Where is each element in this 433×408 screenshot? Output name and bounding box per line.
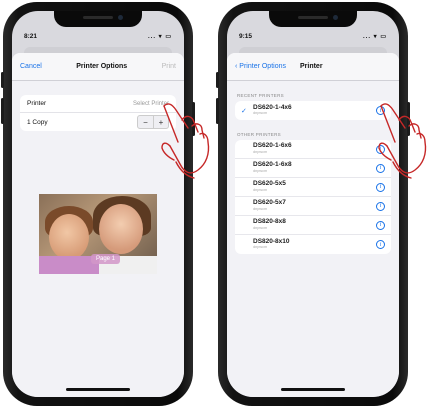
status-icons: ... ▾ ▭: [362, 33, 387, 40]
printer-domain: dnpwcm: [253, 225, 268, 230]
printer-list-sheet: ‹ Printer Options Printer RECENT PRINTER…: [227, 53, 399, 397]
printer-row[interactable]: DS820-8x8 dnpwcm i: [235, 216, 391, 235]
info-icon[interactable]: i: [376, 201, 385, 211]
printer-row[interactable]: DS620-5x5 dnpwcm i: [235, 178, 391, 197]
printer-row[interactable]: DS620-1-6x8 dnpwcm i: [235, 159, 391, 178]
printer-label: Printer: [27, 100, 47, 107]
other-printers-header: OTHER PRINTERS: [237, 132, 281, 137]
phone-left: 8:21 ... ▾ ▭ Cancel Printer Options Prin…: [1, 2, 195, 406]
printer-domain: dnpwcm: [253, 187, 268, 192]
status-bar: 8:21 ... ▾ ▭: [24, 31, 172, 41]
info-icon[interactable]: i: [376, 220, 385, 230]
printer-domain: dnpwcm: [253, 206, 268, 211]
printer-name: DS620-5x5: [253, 180, 286, 188]
cancel-button[interactable]: Cancel: [20, 63, 42, 70]
recent-printers-list: ✓ DS620-1-4x6 dnpwcm i: [235, 101, 391, 120]
other-printers-list: DS620-1-6x6 dnpwcm i DS620-1-6x8 dnpwcm i …: [235, 140, 391, 254]
child-photo-face: [49, 214, 89, 260]
copies-label: 1 Copy: [27, 118, 48, 126]
printer-name: DS820-8x10: [253, 237, 290, 245]
tap-hand-icon: [161, 103, 210, 179]
nav-bar: Cancel Printer Options Print: [12, 53, 184, 81]
info-icon[interactable]: i: [376, 240, 385, 249]
printer-name: DS620-1-6x8: [253, 161, 292, 169]
print-button[interactable]: Print: [162, 63, 176, 70]
printer-domain: dnpwcm: [253, 168, 268, 173]
checkmark-icon: ✓: [241, 107, 247, 115]
status-time: 9:15: [239, 32, 253, 40]
phone-right: 9:15 ... ▾ ▭ ‹ Printer Options Printer R…: [216, 2, 410, 406]
status-time: 8:21: [24, 32, 38, 40]
back-label: Printer Options: [239, 63, 286, 70]
nav-bar: ‹ Printer Options Printer: [227, 53, 399, 81]
printer-row[interactable]: Printer Select Printer: [20, 95, 176, 113]
screen-printer-options: 8:21 ... ▾ ▭ Cancel Printer Options Prin…: [12, 11, 184, 397]
printer-row[interactable]: DS620-1-6x6 dnpwcm i: [235, 140, 391, 159]
printer-row-recent[interactable]: ✓ DS620-1-4x6 dnpwcm i: [235, 101, 391, 120]
info-icon[interactable]: i: [376, 182, 385, 192]
back-button[interactable]: ‹ Printer Options: [235, 63, 286, 70]
notch: [54, 11, 142, 27]
screen-printer-list: 9:15 ... ▾ ▭ ‹ Printer Options Printer R…: [227, 11, 399, 397]
tap-hand-icon: [378, 103, 427, 179]
printer-domain: dnpwcm: [253, 111, 268, 116]
printer-domain: dnpwcm: [253, 245, 268, 250]
printer-name: DS620-5x7: [253, 199, 286, 207]
decrement-button[interactable]: −: [138, 116, 153, 128]
nav-title: Printer Options: [76, 63, 128, 70]
status-bar: 9:15 ... ▾ ▭: [239, 31, 387, 41]
home-indicator[interactable]: [281, 388, 345, 391]
page-label: Page 1: [91, 254, 121, 264]
printer-name: DS620-1-4x6: [253, 103, 292, 111]
status-icons: ... ▾ ▭: [147, 33, 172, 40]
printer-row[interactable]: DS620-5x7 dnpwcm i: [235, 197, 391, 216]
page-preview[interactable]: Page 1: [39, 194, 157, 274]
printer-name: DS820-8x8: [253, 218, 286, 226]
nav-title: Printer: [299, 63, 323, 70]
chevron-left-icon: ‹: [235, 63, 238, 70]
options-group: Printer Select Printer 1 Copy − +: [20, 95, 176, 131]
printer-domain: dnpwcm: [253, 149, 268, 154]
home-indicator[interactable]: [66, 388, 130, 391]
notch: [269, 11, 357, 27]
printer-name: DS620-1-6x6: [253, 142, 292, 150]
copies-row: 1 Copy − +: [20, 113, 176, 131]
printer-row[interactable]: DS820-8x10 dnpwcm i: [235, 235, 391, 254]
recent-printers-header: RECENT PRINTERS: [237, 93, 284, 98]
girl-photo-face: [99, 204, 143, 254]
